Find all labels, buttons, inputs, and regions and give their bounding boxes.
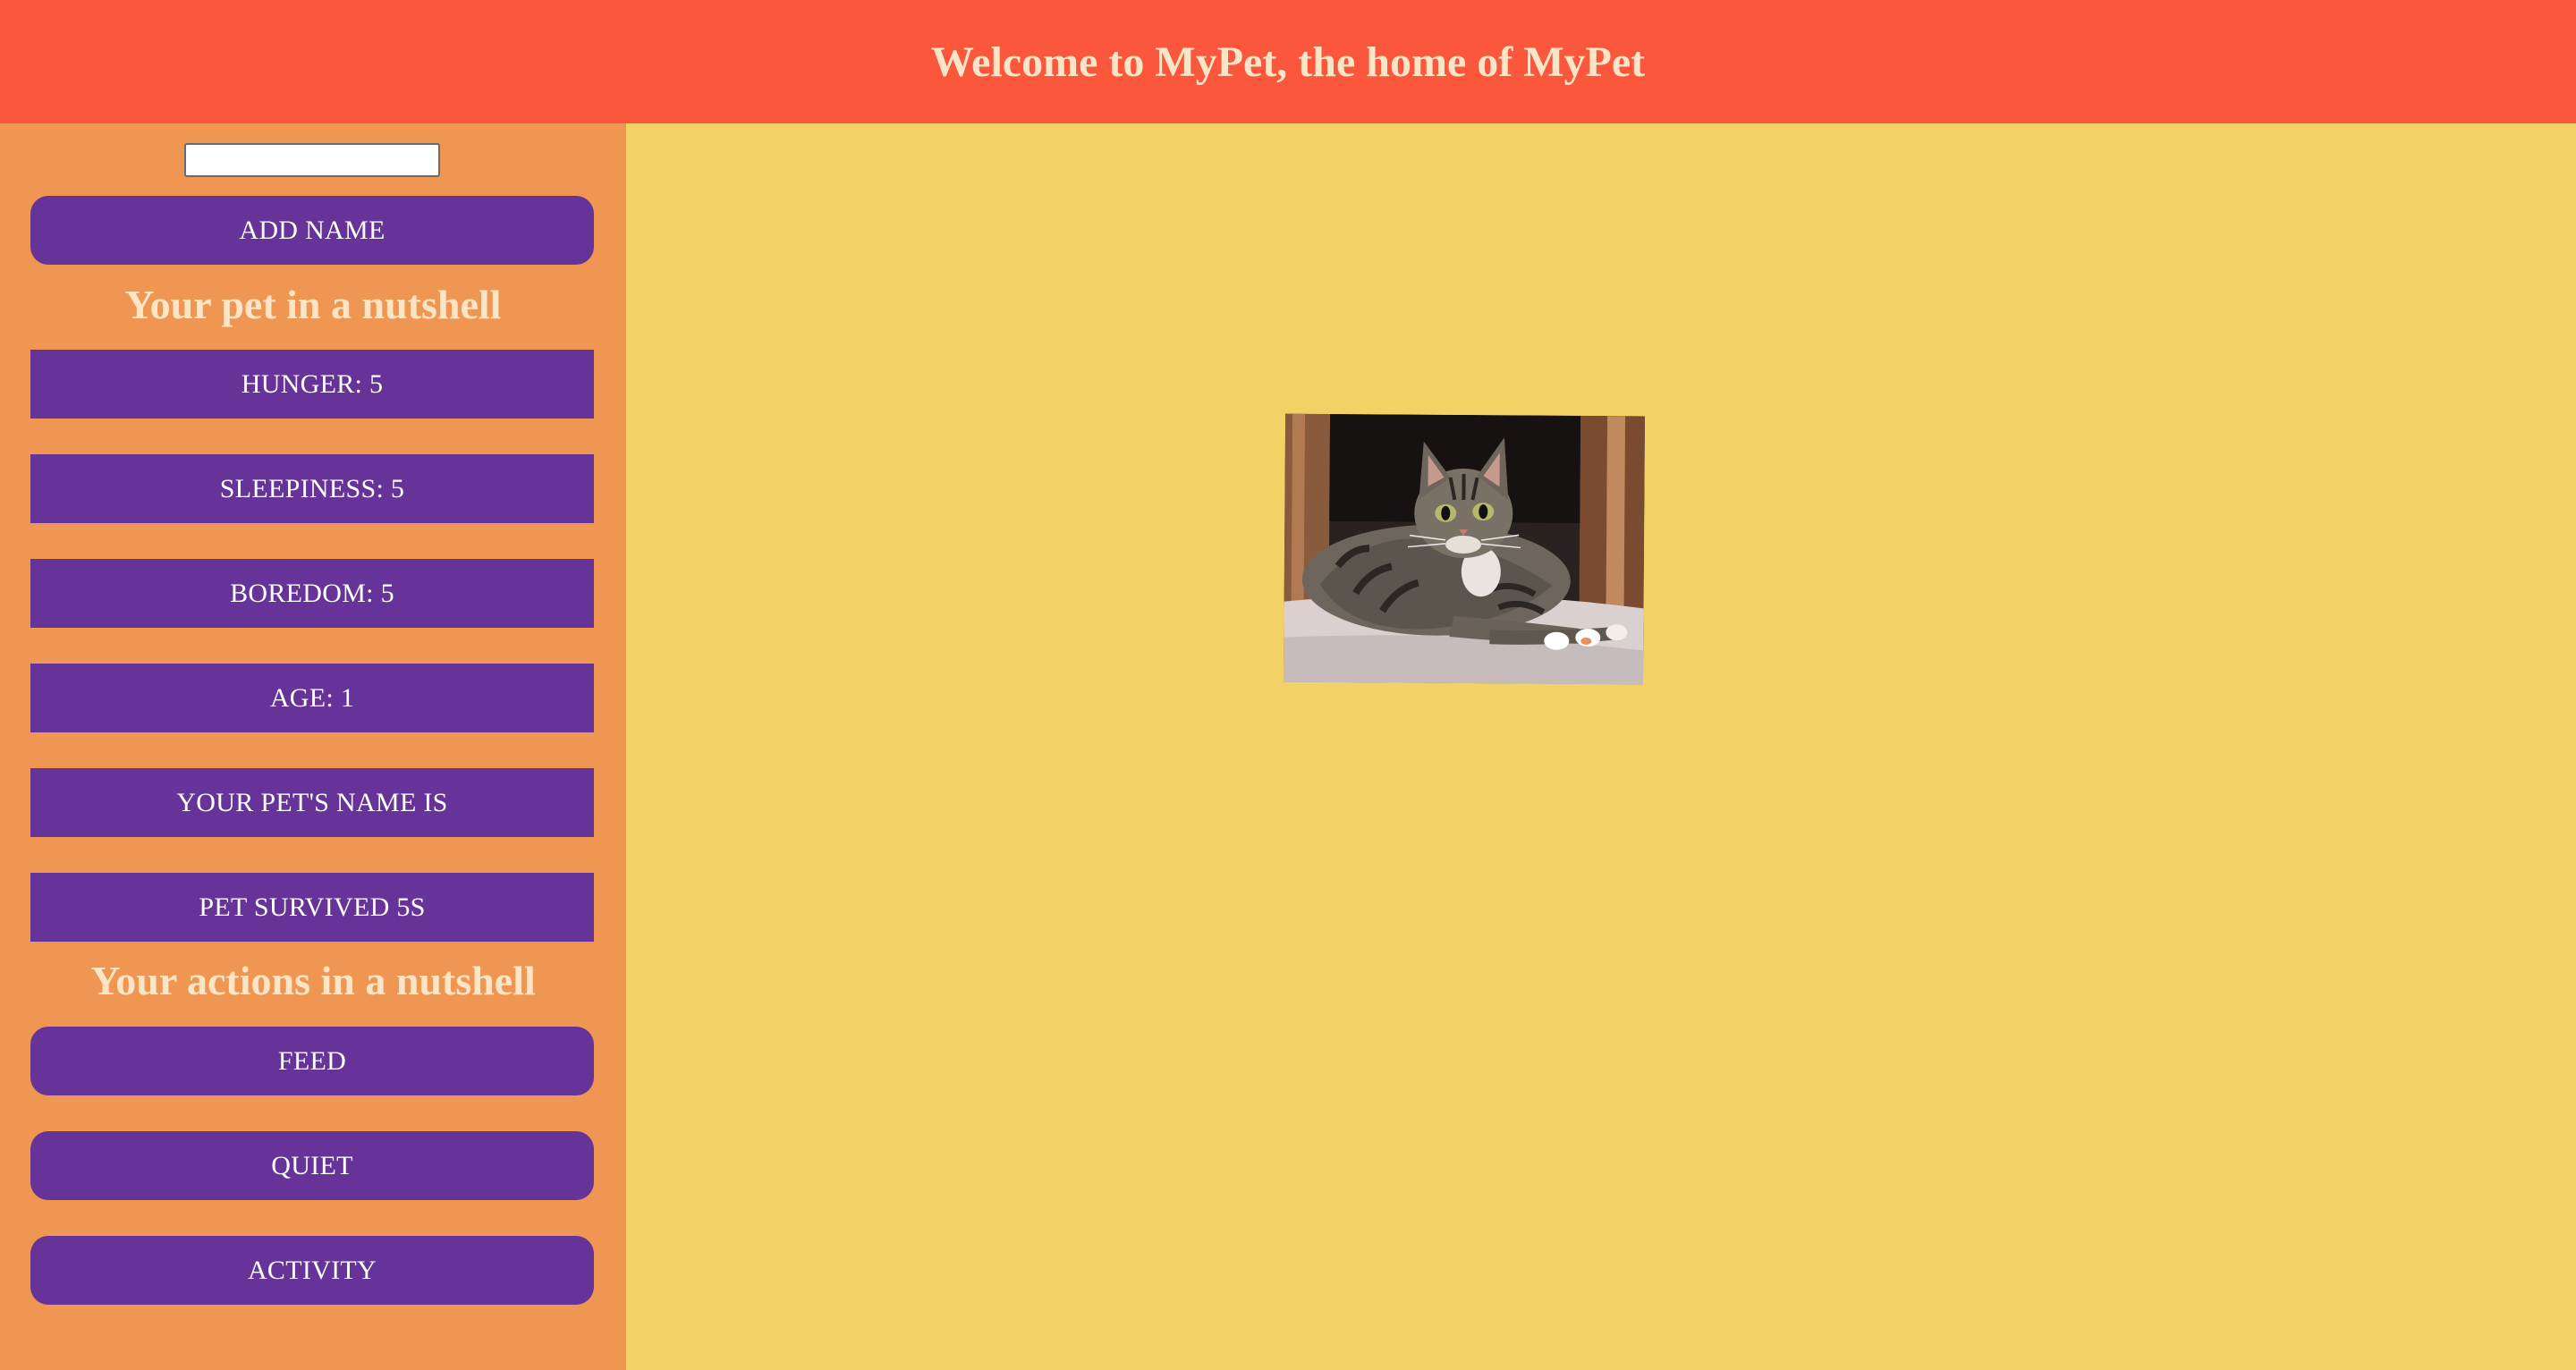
pet-name-input[interactable] (184, 143, 440, 177)
hunger-stat: HUNGER: 5 (30, 350, 594, 419)
actions-section-title: Your actions in a nutshell (90, 958, 536, 1003)
quiet-button[interactable]: QUIET (30, 1131, 594, 1200)
tabby-cat-photo (1283, 413, 1646, 685)
age-stat: AGE: 1 (30, 664, 594, 732)
survival-time-stat: PET SURVIVED 5S (30, 873, 594, 942)
sleepiness-stat: SLEEPINESS: 5 (30, 454, 594, 523)
activity-button[interactable]: ACTIVITY (30, 1236, 594, 1305)
main-area (626, 123, 2576, 1370)
boredom-stat: BOREDOM: 5 (30, 559, 594, 628)
header-bar: Welcome to MyPet, the home of MyPet (0, 0, 2576, 123)
app-page: Welcome to MyPet, the home of MyPet ADD … (0, 0, 2576, 1370)
page-title: Welcome to MyPet, the home of MyPet (930, 38, 1646, 86)
sidebar: ADD NAME Your pet in a nutshell HUNGER: … (0, 123, 626, 1370)
add-name-button[interactable]: ADD NAME (30, 196, 594, 265)
stats-section-title: Your pet in a nutshell (124, 282, 502, 327)
pet-name-stat: YOUR PET'S NAME IS (30, 768, 594, 837)
feed-button[interactable]: FEED (30, 1027, 594, 1095)
